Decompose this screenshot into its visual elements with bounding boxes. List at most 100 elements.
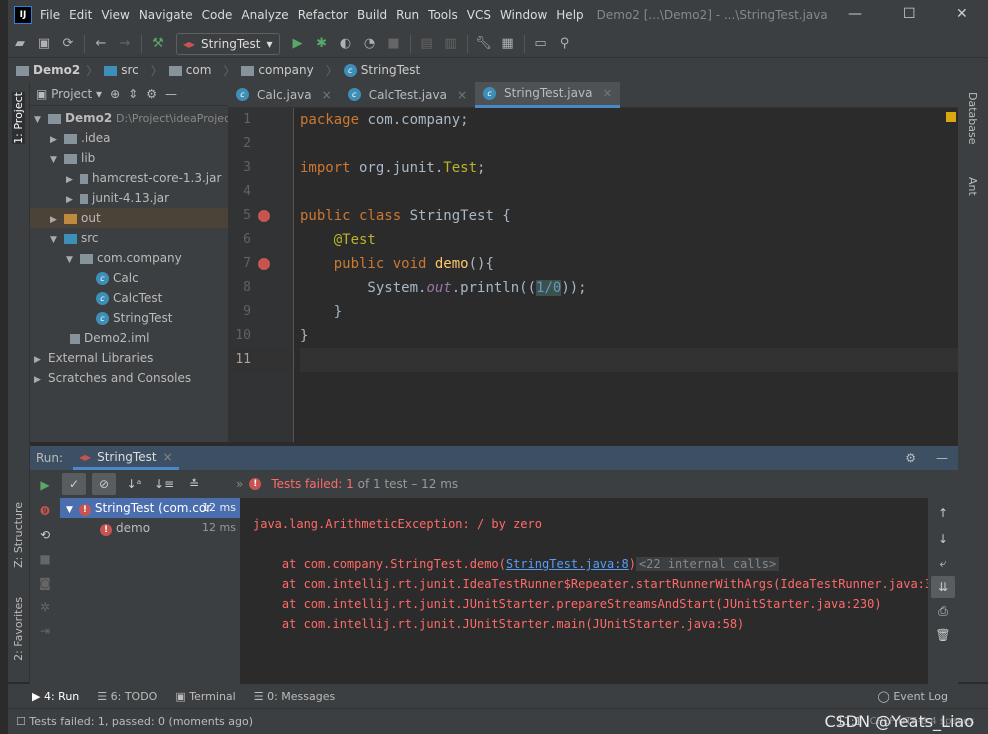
settings-wrench-icon[interactable]: 🔧︎ xyxy=(472,36,496,51)
tree-item-lib[interactable]: ▼lib xyxy=(30,148,228,168)
rerun-icon[interactable]: ▶ xyxy=(33,474,57,496)
tree-item-idea[interactable]: ▶.idea xyxy=(30,128,228,148)
tab-calc-java[interactable]: cCalc.java× xyxy=(228,82,340,108)
forward-icon[interactable]: → xyxy=(113,36,137,51)
collapse-all-icon[interactable]: ⇕ xyxy=(128,87,138,101)
expand-all-icon[interactable]: ≛ xyxy=(182,473,206,495)
build-hammer-icon[interactable]: ⚒ xyxy=(146,36,170,51)
bottom-tab-todo[interactable]: ☰ 6: TODO xyxy=(97,690,157,703)
tab-calctest-java[interactable]: cCalcTest.java× xyxy=(340,82,475,108)
show-passed-icon[interactable]: ✓ xyxy=(62,473,86,495)
code-editor[interactable]: cCalc.java× cCalcTest.java× cStringTest.… xyxy=(228,82,958,442)
breadcrumb-com[interactable]: com xyxy=(169,63,218,77)
code-content[interactable]: package com.company; import org.junit.Te… xyxy=(300,108,958,372)
menu-refactor[interactable]: Refactor xyxy=(298,8,348,22)
test-case-row[interactable]: !demo12 ms xyxy=(60,518,240,538)
terminal-icon[interactable]: ▭ xyxy=(529,36,553,51)
close-tab-icon[interactable]: × xyxy=(322,88,332,102)
hide-icon[interactable]: — xyxy=(165,87,177,101)
bottom-tab-run[interactable]: ▶ 4: Run xyxy=(32,690,79,703)
console-output[interactable]: java.lang.ArithmeticException: / by zero… xyxy=(240,498,918,684)
breadcrumb-src[interactable]: src xyxy=(104,63,145,77)
camera-icon[interactable]: ◙ xyxy=(33,572,57,594)
trash-icon[interactable]: 🗑︎ xyxy=(931,624,955,646)
settings-icon[interactable]: ✲ xyxy=(33,596,57,618)
breadcrumb-company[interactable]: company xyxy=(241,63,319,77)
tree-item-external-libraries[interactable]: ▶External Libraries xyxy=(30,348,228,368)
tree-item-scratches[interactable]: ▶Scratches and Consoles xyxy=(30,368,228,388)
menu-vcs[interactable]: VCS xyxy=(467,8,491,22)
ant-tool-tab[interactable]: Ant xyxy=(966,177,979,196)
menu-file[interactable]: File xyxy=(40,8,60,22)
rerun-failed-icon[interactable]: ❾ xyxy=(33,500,57,522)
tree-item-junit[interactable]: ▶junit-4.13.jar xyxy=(30,188,228,208)
print-icon[interactable]: ⎙ xyxy=(931,600,955,622)
structure-tool-tab[interactable]: Z: Structure xyxy=(12,502,25,568)
tree-item-calctest[interactable]: cCalcTest xyxy=(30,288,228,308)
sort-duration-icon[interactable]: ↓≡ xyxy=(152,473,176,495)
sort-alpha-icon[interactable]: ↓ᵃ xyxy=(122,473,146,495)
test-suite-row[interactable]: ▼!StringTest (com.cor12 ms xyxy=(60,498,240,518)
toggle-auto-test-icon[interactable]: ⟲ xyxy=(33,524,57,546)
more-icon[interactable]: » xyxy=(236,477,243,491)
tree-item-hamcrest[interactable]: ▶hamcrest-core-1.3.jar xyxy=(30,168,228,188)
coverage-icon[interactable]: ◐ xyxy=(334,36,358,51)
down-arrow-icon[interactable]: ↓ xyxy=(931,528,955,550)
tab-stringtest-java[interactable]: cStringTest.java× xyxy=(475,82,620,108)
sync-icon[interactable]: ⟳ xyxy=(56,36,80,51)
up-arrow-icon[interactable]: ↑ xyxy=(931,502,955,524)
bottom-tab-messages[interactable]: ☰ 0: Messages xyxy=(254,690,336,703)
stop-icon[interactable]: ■ xyxy=(33,548,57,570)
close-tab-icon[interactable]: × xyxy=(457,88,467,102)
tree-item-demo2[interactable]: ▼Demo2 D:\Project\ideaProjec xyxy=(30,108,228,128)
database-tool-tab[interactable]: Database xyxy=(966,92,979,145)
status-message[interactable]: ☐ Tests failed: 1, passed: 0 (moments ag… xyxy=(16,715,253,728)
menu-edit[interactable]: Edit xyxy=(69,8,92,22)
tree-item-com-company[interactable]: ▼com.company xyxy=(30,248,228,268)
breadcrumb-demo2[interactable]: Demo2 xyxy=(16,63,80,77)
event-log-button[interactable]: ◯ Event Log xyxy=(878,690,948,703)
close-button[interactable]: ✕ xyxy=(956,6,968,22)
show-ignored-icon[interactable]: ⊘ xyxy=(92,473,116,495)
exit-icon[interactable]: ⇥ xyxy=(33,620,57,642)
hide-icon[interactable]: — xyxy=(936,451,948,465)
tree-item-src[interactable]: ▼src xyxy=(30,228,228,248)
scroll-to-end-icon[interactable]: ⇊ xyxy=(931,576,955,598)
run-icon[interactable]: ▶ xyxy=(286,36,310,51)
minimize-button[interactable]: — xyxy=(848,6,862,22)
debug-icon[interactable]: ✱ xyxy=(310,36,334,51)
run-test-failed-icon[interactable] xyxy=(258,210,270,222)
tree-item-stringtest[interactable]: cStringTest xyxy=(30,308,228,328)
source-link[interactable]: StringTest.java:8 xyxy=(506,557,629,571)
locate-icon[interactable]: ⊕ xyxy=(110,87,120,101)
run-tab-stringtest[interactable]: ◂▸ StringTest× xyxy=(73,446,179,470)
run-test-failed-icon[interactable] xyxy=(258,258,270,270)
menu-build[interactable]: Build xyxy=(357,8,387,22)
menu-run[interactable]: Run xyxy=(396,8,419,22)
back-icon[interactable]: ← xyxy=(89,36,113,51)
menu-code[interactable]: Code xyxy=(202,8,233,22)
vcs-icon[interactable]: ▥ xyxy=(439,36,463,51)
breadcrumb-stringtest[interactable]: cStringTest xyxy=(344,63,426,77)
menu-view[interactable]: View xyxy=(101,8,129,22)
menu-analyze[interactable]: Analyze xyxy=(241,8,288,22)
bottom-tab-terminal[interactable]: ▣ Terminal xyxy=(175,690,235,703)
internal-calls-fold[interactable]: <22 internal calls> xyxy=(636,557,779,571)
save-icon[interactable]: ▣ xyxy=(32,36,56,51)
gear-icon[interactable]: ⚙ xyxy=(905,451,916,465)
open-folder-icon[interactable]: ▰ xyxy=(8,36,32,51)
tree-item-out[interactable]: ▶out xyxy=(30,208,228,228)
stop-icon[interactable]: ■ xyxy=(382,36,406,51)
update-icon[interactable]: ▤ xyxy=(415,36,439,51)
soft-wrap-icon[interactable]: ⤶ xyxy=(931,552,955,574)
project-view-select[interactable]: ▣ Project ▾ xyxy=(36,87,102,101)
menu-tools[interactable]: Tools xyxy=(428,8,458,22)
inspection-warning-icon[interactable] xyxy=(946,112,956,122)
maximize-button[interactable]: ☐ xyxy=(903,6,916,22)
project-structure-icon[interactable]: ▦ xyxy=(496,36,520,51)
project-tool-tab[interactable]: 1: Project xyxy=(12,92,25,144)
run-config-select[interactable]: ◂▸ StringTest ▾ xyxy=(176,33,280,55)
menu-navigate[interactable]: Navigate xyxy=(139,8,193,22)
gear-icon[interactable]: ⚙ xyxy=(146,87,157,101)
tree-item-calc[interactable]: cCalc xyxy=(30,268,228,288)
